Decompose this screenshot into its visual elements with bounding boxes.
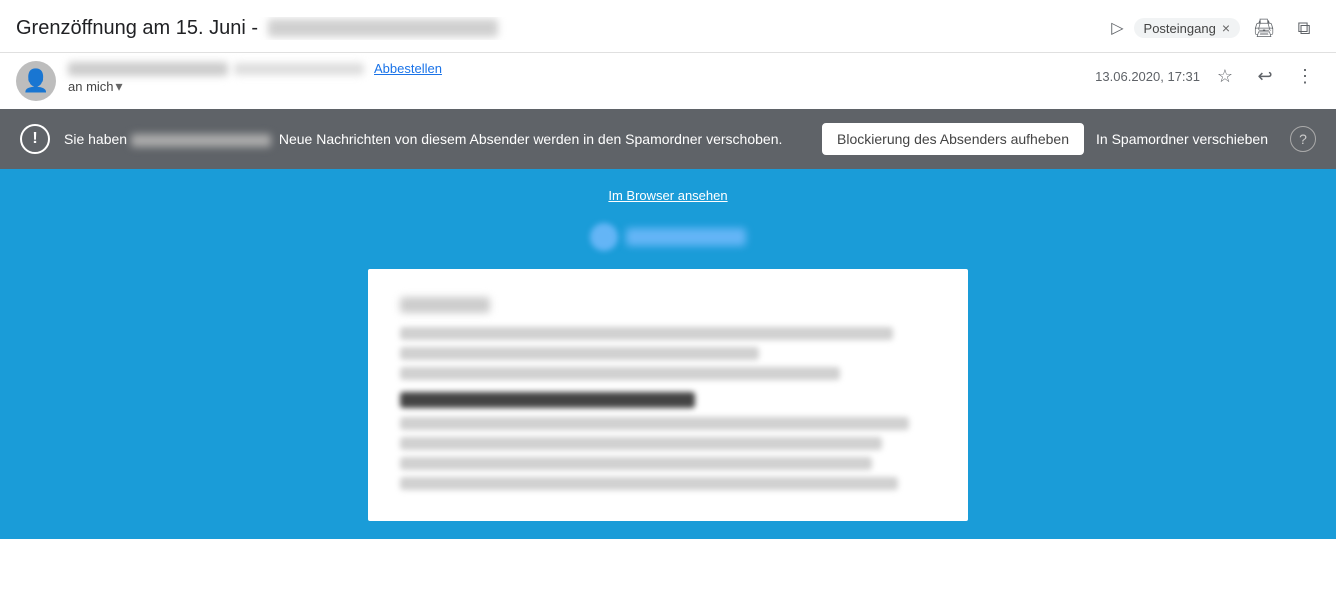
more-icon: ⋮ (1296, 66, 1314, 87)
sender-row: 👤 Abbestellen an mich ▾ 13.06.2020, 17:3… (0, 53, 1336, 109)
email-viewer: Grenzöffnung am 15. Juni - ▷ Posteingang… (0, 0, 1336, 601)
print-icon: 🖨 (1253, 18, 1276, 39)
sender-meta: 13.06.2020, 17:31 ☆ ↩ ⋮ (1095, 61, 1320, 91)
reply-button[interactable]: ↩ (1250, 61, 1280, 91)
open-new-icon: ⧉ (1298, 18, 1311, 39)
star-icon: ☆ (1217, 66, 1233, 87)
inbox-tag[interactable]: Posteingang × (1134, 18, 1240, 38)
spam-actions: Blockierung des Absenders aufheben In Sp… (822, 123, 1268, 155)
email-body: Im Browser ansehen (0, 169, 1336, 539)
subject-text: Grenzöffnung am 15. Juni - (16, 17, 258, 39)
body-text-line-6 (400, 457, 872, 470)
body-text-line-7 (400, 477, 898, 490)
spam-text: Sie haben Neue Nachrichten von diesem Ab… (64, 131, 808, 147)
spam-sender-blurred (131, 134, 271, 147)
avatar-person-icon: 👤 (22, 68, 49, 94)
body-text-line-1 (400, 327, 893, 340)
body-heading-1 (400, 392, 695, 408)
inbox-arrow-icon: ▷ (1111, 18, 1123, 38)
sender-email (234, 63, 364, 75)
recipient-row: an mich ▾ (68, 78, 1083, 95)
help-question-icon: ? (1299, 131, 1307, 147)
subject-blurred (268, 19, 498, 37)
open-new-button[interactable]: ⧉ (1288, 12, 1320, 44)
unblock-sender-button[interactable]: Blockierung des Absenders aufheben (822, 123, 1084, 155)
more-options-button[interactable]: ⋮ (1290, 61, 1320, 91)
help-icon[interactable]: ? (1290, 126, 1316, 152)
body-text-line-3 (400, 367, 840, 380)
star-button[interactable]: ☆ (1210, 61, 1240, 91)
content-card (368, 269, 968, 521)
view-in-browser: Im Browser ansehen (0, 187, 1336, 205)
recipient-label: an mich (68, 79, 114, 94)
logo-text (626, 228, 746, 246)
recipient-dropdown[interactable]: an mich ▾ (68, 78, 123, 95)
logo-row (0, 223, 1336, 251)
warning-exclamation: ! (32, 130, 37, 148)
inbox-tag-close[interactable]: × (1222, 20, 1230, 36)
avatar: 👤 (16, 61, 56, 101)
reply-icon: ↩ (1257, 66, 1272, 87)
logo-icon (590, 223, 618, 251)
email-header: Grenzöffnung am 15. Juni - ▷ Posteingang… (0, 0, 1336, 53)
sender-name-row: Abbestellen (68, 61, 1083, 76)
body-text-line-5 (400, 437, 882, 450)
date-text: 13.06.2020, 17:31 (1095, 69, 1200, 84)
view-in-browser-link[interactable]: Im Browser ansehen (608, 188, 727, 203)
inbox-tag-label: Posteingang (1144, 21, 1216, 36)
spam-text-label: Sie haben (64, 131, 131, 147)
body-text-line-4 (400, 417, 909, 430)
unsubscribe-link[interactable]: Abbestellen (374, 61, 442, 76)
chevron-down-icon: ▾ (116, 78, 123, 95)
salutation (400, 297, 490, 313)
spam-banner: ! Sie haben Neue Nachrichten von diesem … (0, 109, 1336, 169)
print-button[interactable]: 🖨 (1248, 12, 1280, 44)
spam-text-suffix: Neue Nachrichten von diesem Absender wer… (279, 131, 783, 147)
email-subject: Grenzöffnung am 15. Juni - (16, 17, 1103, 40)
sender-info: Abbestellen an mich ▾ (68, 61, 1083, 95)
header-actions: 🖨 ⧉ (1248, 12, 1320, 44)
sender-name (68, 62, 228, 76)
warning-icon: ! (20, 124, 50, 154)
body-text-line-2 (400, 347, 759, 360)
move-to-spam-button[interactable]: In Spamordner verschieben (1096, 124, 1268, 154)
